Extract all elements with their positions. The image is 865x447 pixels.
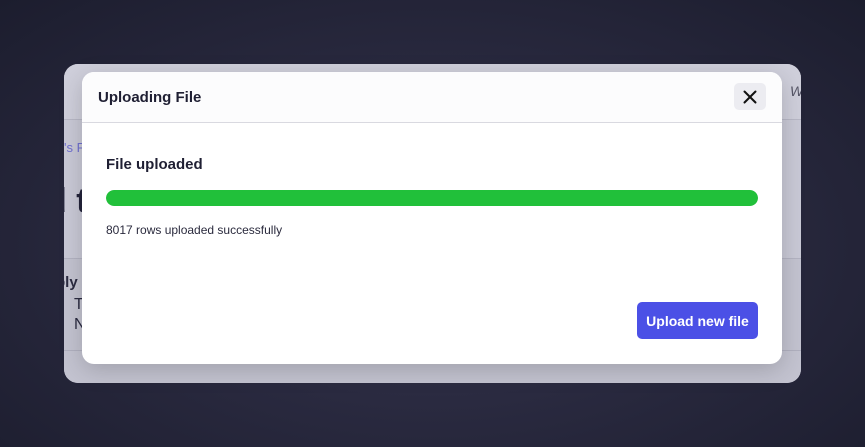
upload-status-heading: File uploaded [106, 156, 203, 173]
upload-new-file-button[interactable]: Upload new file [637, 302, 758, 339]
upload-progress-bar [106, 190, 758, 206]
upload-file-modal: Uploading File File uploaded 8017 rows u… [82, 72, 782, 364]
close-button[interactable] [734, 83, 766, 110]
modal-header: Uploading File [82, 72, 782, 123]
close-icon [743, 90, 757, 104]
upload-status-message: 8017 rows uploaded successfully [106, 223, 283, 237]
modal-title: Uploading File [98, 89, 202, 106]
upload-progress-fill [106, 190, 758, 206]
background-label: bly [64, 274, 78, 291]
background-topbar-text: W [790, 83, 801, 99]
